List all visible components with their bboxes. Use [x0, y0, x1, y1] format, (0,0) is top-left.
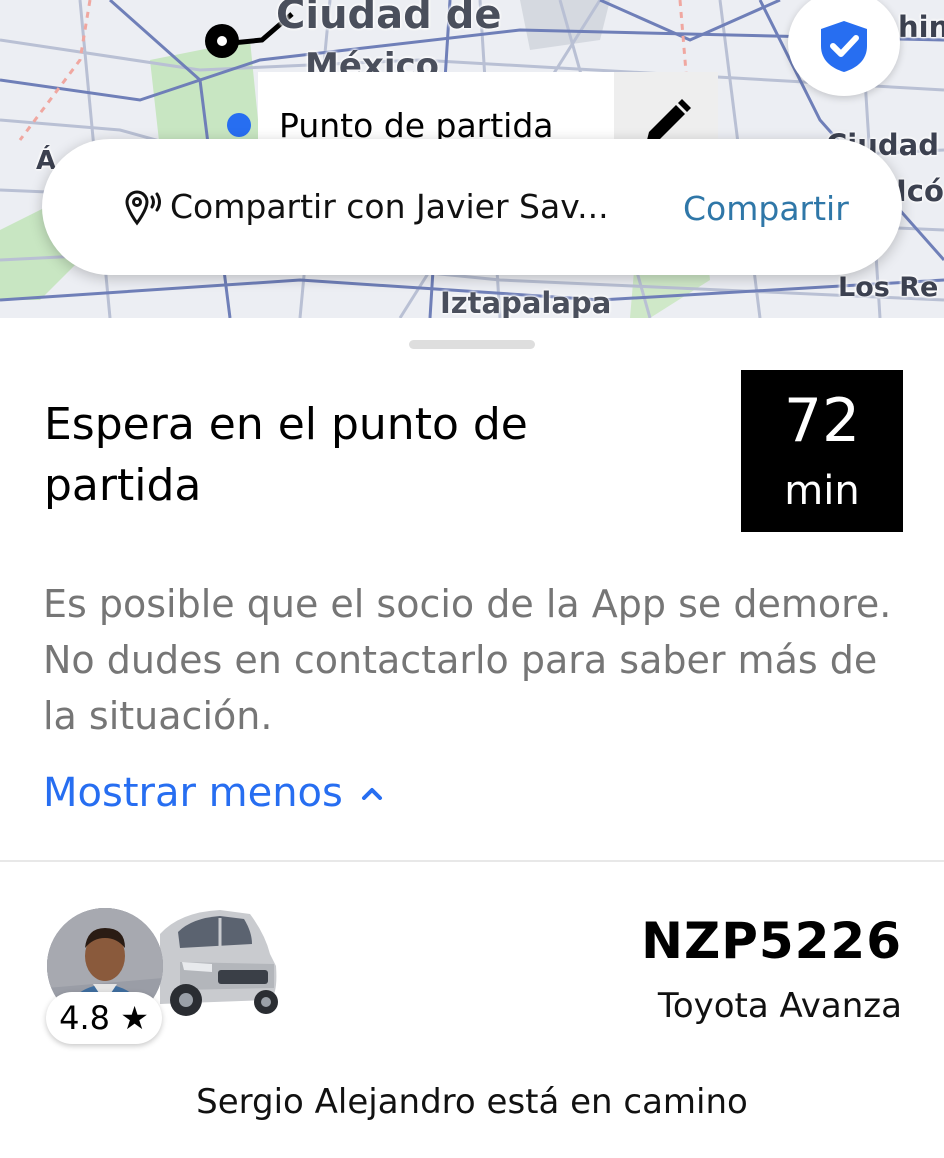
map-label-iztapalapa: Iztapalapa [440, 286, 612, 318]
car-model: Toyota Avanza [657, 986, 902, 1026]
driver-rating-badge: 4.8 ★ [46, 992, 162, 1044]
show-less-label: Mostrar menos [43, 770, 343, 816]
chevron-up-icon [361, 764, 383, 810]
section-divider [0, 860, 944, 862]
map-view[interactable]: Ciudad de México Iztapalapa Los Re Ciuda… [0, 0, 944, 318]
map-label-ico: Icó [896, 174, 944, 208]
route-start-marker [205, 24, 239, 58]
pickup-location-marker [227, 113, 251, 137]
map-label-los-re: Los Re [838, 272, 939, 303]
location-share-icon [125, 190, 161, 226]
eta-unit: min [784, 468, 860, 514]
eta-value: 72 [783, 386, 861, 456]
trip-status-description: Es posible que el socio de la App se dem… [43, 582, 892, 738]
sheet-drag-handle[interactable] [409, 340, 535, 349]
share-button[interactable]: Compartir [683, 189, 849, 228]
show-less-link[interactable]: Mostrar menos [43, 764, 383, 816]
trip-status-title: Espera en el punto de partida [44, 399, 528, 511]
license-plate: NZP5226 [641, 912, 902, 970]
shield-check-icon [821, 21, 867, 72]
eta-box: 72 min [741, 370, 903, 532]
map-label-ciudad-de: Ciudad de [276, 0, 502, 38]
map-label-hin: hin [898, 10, 944, 44]
driver-status-text: Sergio Alejandro está en camino [196, 1082, 748, 1122]
share-contact-text: Compartir con Javier Sav... [170, 187, 609, 226]
share-trip-bar[interactable]: Compartir con Javier Sav... Compartir [42, 139, 902, 275]
trip-bottom-sheet: Espera en el punto de partida 72 min Es … [0, 318, 944, 1158]
